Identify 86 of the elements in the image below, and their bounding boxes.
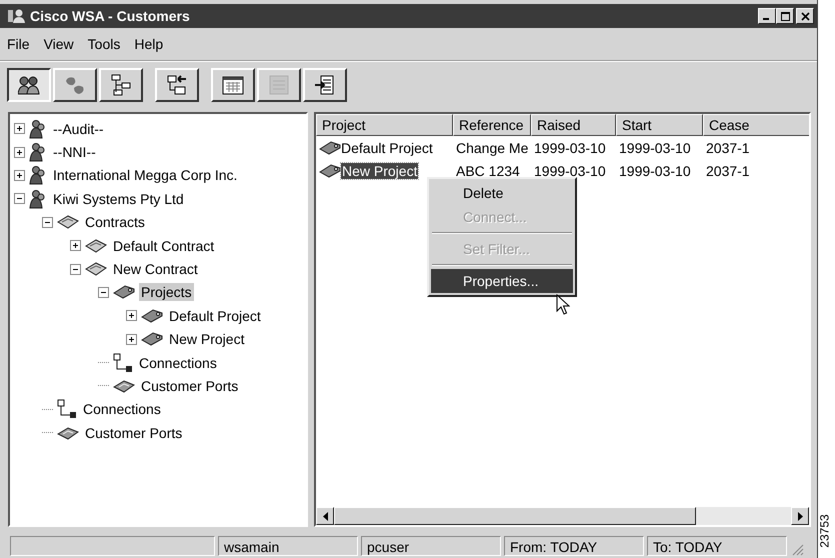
tag-icon	[141, 332, 163, 346]
maximize-button[interactable]	[776, 8, 794, 24]
expander-box[interactable]	[126, 310, 137, 322]
book-icon	[85, 238, 107, 253]
right-arrow-icon	[798, 512, 802, 520]
table-cell-text: 1999-03-10	[533, 162, 607, 178]
menu-item[interactable]: File	[7, 36, 30, 52]
column-header[interactable]: Cease	[703, 114, 809, 136]
status-panel: From: TODAY	[504, 536, 644, 556]
tree-item[interactable]: International Megga Corp Inc.	[51, 166, 240, 184]
blobs-icon	[64, 75, 86, 95]
expander-box[interactable]	[14, 146, 25, 158]
window-title: Cisco WSA - Customers	[30, 8, 191, 24]
left-arrow-icon	[322, 512, 328, 520]
menu-item[interactable]: Delete	[431, 181, 573, 205]
tree-item[interactable]: Default Project	[167, 306, 263, 325]
expander-box[interactable]	[70, 240, 81, 252]
linked-squares-icon	[57, 399, 77, 420]
close-button[interactable]	[796, 8, 814, 24]
column-header[interactable]: Reference	[453, 114, 531, 136]
calendar-icon	[221, 74, 245, 96]
tree-item[interactable]: Customer Ports	[139, 376, 240, 395]
people-icon	[29, 142, 47, 162]
table-cell-text: 2037-1	[705, 140, 751, 156]
table-cell-text: 1999-03-10	[618, 140, 692, 156]
status-panel: wsamain	[218, 536, 358, 556]
maximize-icon	[780, 12, 790, 20]
horizontal-scrollbar[interactable]	[316, 507, 809, 525]
people-icon	[29, 118, 47, 139]
figure-number: 23753	[817, 514, 832, 548]
table-cell-text: 1999-03-10	[533, 140, 607, 156]
tree-item[interactable]: Customer Ports	[83, 424, 184, 442]
linked-squares-icon	[113, 352, 133, 373]
expander-box[interactable]	[42, 216, 53, 228]
menu-item[interactable]: Tools	[88, 36, 120, 52]
expander-box[interactable]	[126, 334, 137, 345]
expander-box[interactable]	[70, 264, 81, 275]
minimize-button[interactable]	[758, 8, 776, 24]
status-panel: To: TODAY	[647, 536, 787, 556]
tag-icon	[319, 140, 341, 154]
folders-arrow-icon	[166, 74, 188, 96]
tree-item[interactable]: --NNI--	[51, 143, 98, 162]
book-icon	[85, 262, 107, 276]
tree-item[interactable]: New Project	[167, 330, 246, 348]
table-cell-text: 2037-1	[705, 162, 751, 178]
tree-item[interactable]: Default Contract	[111, 236, 216, 255]
book-icon	[57, 215, 79, 230]
app-icon	[8, 8, 26, 24]
table-cell[interactable]: New Project	[341, 162, 418, 178]
menu-item[interactable]: Properties...	[431, 269, 573, 293]
tree-item[interactable]: --Audit--	[51, 120, 106, 138]
status-panel: pcuser	[361, 536, 501, 556]
device-icon	[57, 424, 79, 441]
expander-box[interactable]	[14, 193, 25, 204]
device-icon	[113, 378, 135, 394]
tree-item[interactable]: Contracts	[83, 213, 147, 232]
column-header[interactable]: Start	[616, 114, 703, 136]
tree-item[interactable]: New Contract	[111, 260, 200, 278]
expander-box[interactable]	[98, 286, 109, 298]
close-icon	[800, 12, 810, 20]
sheet-icon	[267, 74, 291, 96]
tag-icon	[141, 308, 163, 323]
column-header[interactable]: Project	[316, 114, 453, 136]
menu-item[interactable]: Help	[134, 36, 164, 52]
pointer-cursor-icon	[556, 294, 570, 316]
people-icon	[29, 188, 47, 209]
hierarchy-icon	[110, 74, 132, 96]
table-cell[interactable]: Default Project	[341, 140, 433, 156]
tree-item[interactable]: Connections	[137, 354, 219, 372]
tree-item[interactable]: Kiwi Systems Pty Ltd	[51, 190, 186, 208]
tree-item[interactable]: Projects	[139, 283, 194, 302]
menu-item[interactable]: View	[44, 36, 74, 52]
table-cell-text: 1999-03-10	[618, 162, 692, 178]
column-header[interactable]: Raised	[531, 114, 616, 136]
people-icon	[29, 165, 47, 186]
tag-icon	[113, 285, 135, 300]
toolbar-button[interactable]	[7, 68, 51, 102]
tag-icon	[319, 164, 341, 178]
people-icon	[18, 75, 40, 95]
import-icon	[314, 74, 336, 96]
table-cell-text: ABC 1234	[455, 162, 521, 178]
table-cell-text: Change Me	[455, 140, 530, 156]
resize-grip-icon[interactable]	[790, 542, 804, 556]
expander-box[interactable]	[14, 123, 25, 134]
expander-box[interactable]	[14, 170, 25, 181]
tree-item[interactable]: Connections	[81, 400, 163, 418]
